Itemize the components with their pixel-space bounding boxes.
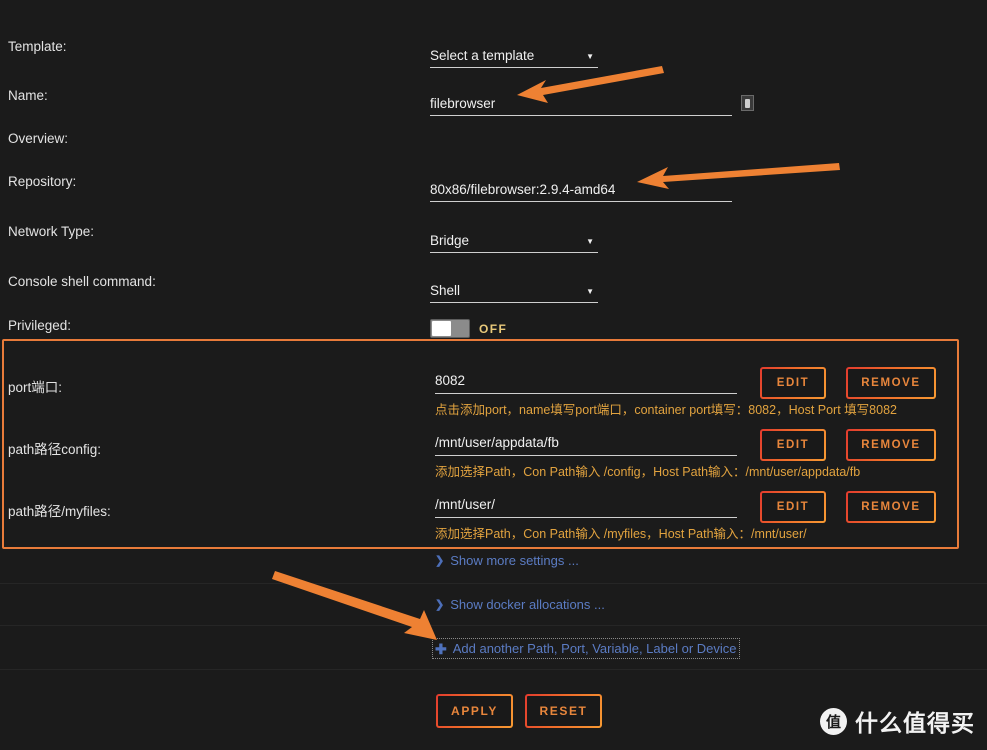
mapping-value-input[interactable]: /mnt/user/appdata/fb <box>435 428 737 456</box>
toggle-knob <box>432 321 451 336</box>
mapping-hint: 添加选择Path，Con Path输入 /myfiles，Host Path输入… <box>435 527 807 541</box>
template-label: Template: <box>8 39 67 54</box>
form-row-repository: Repository: 80x86/filebrowser:2.9.4-amd6… <box>0 175 987 202</box>
network-type-label: Network Type: <box>8 224 95 239</box>
chevron-down-icon: ❯ <box>435 599 445 611</box>
mapping-label: port端口: <box>8 380 63 395</box>
console-shell-select-value: Shell <box>430 283 461 298</box>
divider <box>0 625 987 626</box>
repository-input[interactable]: 80x86/filebrowser:2.9.4-amd64 <box>430 175 732 202</box>
network-type-select-value: Bridge <box>430 233 470 248</box>
docker-container-edit-form: Template: Select a template ▼ Name: file… <box>0 0 987 750</box>
form-row-overview: Overview: <box>0 132 987 146</box>
mapping-label: path路径/myfiles: <box>8 504 111 519</box>
overview-label: Overview: <box>8 131 69 146</box>
apply-button[interactable]: APPLY <box>436 694 513 728</box>
remove-button[interactable]: REMOVE <box>846 491 936 523</box>
console-shell-label: Console shell command: <box>8 274 156 289</box>
privileged-state-label: OFF <box>479 321 508 336</box>
chevron-down-icon: ▼ <box>586 287 594 296</box>
divider <box>0 669 987 670</box>
show-docker-allocations-label: Show docker allocations ... <box>450 597 605 612</box>
mapping-hint: 添加选择Path，Con Path输入 /config，Host Path输入：… <box>435 465 861 479</box>
watermark-text: 什么值得买 <box>855 711 975 737</box>
show-docker-allocations-link[interactable]: ❯ Show docker allocations ... <box>435 597 605 612</box>
repository-label: Repository: <box>8 174 77 189</box>
arrow-to-add-another-link <box>272 571 437 640</box>
template-select[interactable]: Select a template ▼ <box>430 40 598 68</box>
name-input-value: filebrowser <box>430 96 496 111</box>
chevron-down-icon: ❯ <box>435 555 445 567</box>
name-input[interactable]: filebrowser <box>430 89 754 116</box>
mapping-value-input[interactable]: /mnt/user/ <box>435 490 737 518</box>
form-row-privileged: Privileged: OFF <box>0 319 987 338</box>
mapping-hint: 点击添加port，name填写port端口，container port填写：8… <box>435 403 897 417</box>
mapping-value: /mnt/user/appdata/fb <box>435 435 559 450</box>
mapping-value: 8082 <box>435 373 466 388</box>
remove-button[interactable]: REMOVE <box>846 429 936 461</box>
info-box-icon[interactable] <box>741 95 754 111</box>
edit-button[interactable]: EDIT <box>760 367 826 399</box>
plus-icon: ✚ <box>435 640 447 657</box>
form-row-name: Name: filebrowser <box>0 89 987 116</box>
watermark-logo-icon: 值 <box>820 707 847 735</box>
show-more-settings-label: Show more settings ... <box>450 553 579 568</box>
mapping-label: path路径config: <box>8 442 102 457</box>
privileged-toggle[interactable] <box>430 319 470 338</box>
edit-button[interactable]: EDIT <box>760 491 826 523</box>
watermark: 值 什么值得买 <box>820 704 975 738</box>
network-type-select[interactable]: Bridge ▼ <box>430 225 598 253</box>
name-label: Name: <box>8 88 48 103</box>
add-another-mapping-link[interactable]: ✚ Add another Path, Port, Variable, Labe… <box>432 638 740 659</box>
form-row-network-type: Network Type: Bridge ▼ <box>0 225 987 253</box>
form-row-console-shell: Console shell command: Shell ▼ <box>0 275 987 303</box>
chevron-down-icon: ▼ <box>586 52 594 61</box>
privileged-label: Privileged: <box>8 318 72 333</box>
mapping-value: /mnt/user/ <box>435 497 496 512</box>
divider <box>0 583 987 584</box>
edit-button[interactable]: EDIT <box>760 429 826 461</box>
add-another-label: Add another Path, Port, Variable, Label … <box>452 641 737 656</box>
remove-button[interactable]: REMOVE <box>846 367 936 399</box>
show-more-settings-link[interactable]: ❯ Show more settings ... <box>435 553 579 568</box>
reset-button[interactable]: RESET <box>525 694 602 728</box>
mapping-value-input[interactable]: 8082 <box>435 366 737 394</box>
console-shell-select[interactable]: Shell ▼ <box>430 275 598 303</box>
template-select-value: Select a template <box>430 48 535 63</box>
repository-input-value: 80x86/filebrowser:2.9.4-amd64 <box>430 182 616 197</box>
form-row-template: Template: Select a template ▼ <box>0 40 987 68</box>
chevron-down-icon: ▼ <box>586 237 594 246</box>
